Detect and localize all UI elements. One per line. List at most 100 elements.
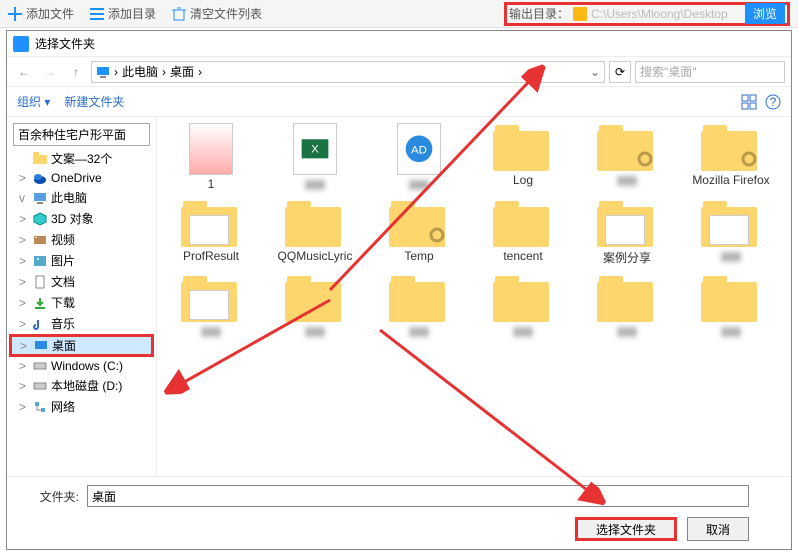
pc-icon: [96, 65, 110, 79]
search-input[interactable]: 搜索"桌面": [635, 61, 785, 83]
list-icon: [90, 7, 104, 21]
grid-item[interactable]: ▮▮▮: [681, 274, 781, 338]
add-file-button[interactable]: 添加文件: [8, 5, 74, 22]
grid-item[interactable]: ▮▮▮: [577, 274, 677, 338]
network-icon: [33, 400, 47, 414]
item-label: ▮▮▮: [305, 177, 325, 191]
expand-icon[interactable]: >: [19, 171, 29, 185]
plus-icon: [8, 7, 22, 21]
item-label: ▮▮▮: [721, 324, 741, 338]
grid-item[interactable]: X▮▮▮: [265, 123, 365, 191]
expand-icon[interactable]: >: [19, 359, 29, 373]
grid-item[interactable]: ▮▮▮: [577, 123, 677, 191]
tree-item-disk[interactable]: >本地磁盘 (D:): [9, 375, 154, 396]
tree-item-label: 音乐: [51, 315, 75, 332]
tree-item-network[interactable]: > 网络: [9, 396, 154, 417]
grid-item[interactable]: Mozilla Firefox: [681, 123, 781, 191]
downloads-icon: [33, 296, 47, 310]
refresh-button[interactable]: ⟳: [609, 61, 631, 83]
expand-icon[interactable]: >: [19, 233, 29, 247]
tree-item-desktop[interactable]: > 桌面: [9, 334, 154, 357]
tree-item-disk[interactable]: >Windows (C:): [9, 357, 154, 375]
item-label: tencent: [503, 249, 542, 263]
folder-icon: [573, 7, 587, 21]
grid-item[interactable]: 1: [161, 123, 261, 191]
tree-item-docs[interactable]: >文档: [9, 271, 154, 292]
3d-icon: [33, 212, 47, 226]
expand-icon[interactable]: >: [19, 317, 29, 331]
folder-name-input[interactable]: [87, 485, 749, 507]
item-label: ▮▮▮: [409, 324, 429, 338]
pictures-icon: [33, 254, 47, 268]
browse-button[interactable]: 浏览: [745, 3, 785, 24]
tree-item-folder[interactable]: 文案—32个: [9, 148, 154, 169]
item-label: ▮▮▮: [409, 177, 429, 191]
breadcrumb-sep: ›: [198, 65, 202, 79]
view-icon[interactable]: [741, 94, 757, 110]
file-grid[interactable]: 1 X▮▮▮AD▮▮▮Log ▮▮▮ Mozilla Firefox ProfResul…: [157, 117, 791, 476]
command-bar: 组织 ▾ 新建文件夹 ?: [7, 87, 791, 117]
pc-icon: [33, 191, 47, 205]
grid-item[interactable]: QQMusicLyric: [265, 199, 365, 266]
grid-item[interactable]: tencent: [473, 199, 573, 266]
tree-item-video[interactable]: >视频: [9, 229, 154, 250]
grid-item[interactable]: 案例分享: [577, 199, 677, 266]
new-folder-button[interactable]: 新建文件夹: [64, 93, 124, 110]
expand-icon[interactable]: >: [20, 339, 30, 353]
expand-icon[interactable]: >: [19, 379, 29, 393]
breadcrumb-sep: ›: [114, 65, 118, 79]
expand-icon[interactable]: >: [19, 275, 29, 289]
dialog-footer: 文件夹: 选择文件夹 取消: [7, 476, 791, 549]
search-placeholder: 搜索"桌面": [640, 63, 697, 80]
breadcrumb-desktop[interactable]: 桌面: [170, 63, 194, 80]
app-toolbar: 添加文件 添加目录 清空文件列表 输出目录： C:\Users\Mloong\D…: [0, 0, 798, 28]
grid-item[interactable]: ▮▮▮: [369, 274, 469, 338]
expand-icon[interactable]: >: [19, 254, 29, 268]
cancel-button[interactable]: 取消: [687, 517, 749, 541]
tree-item-pc[interactable]: v 此电脑: [9, 187, 154, 208]
grid-item[interactable]: ▮▮▮: [161, 274, 261, 338]
item-label: 1: [208, 177, 215, 191]
grid-item[interactable]: ▮▮▮: [473, 274, 573, 338]
trash-icon: [172, 7, 186, 21]
expand-icon[interactable]: v: [19, 191, 29, 205]
tree-item-label: 此电脑: [51, 189, 87, 206]
clear-list-button[interactable]: 清空文件列表: [172, 5, 262, 22]
back-button[interactable]: ←: [13, 61, 35, 83]
grid-item[interactable]: Temp: [369, 199, 469, 266]
item-label: ▮▮▮: [305, 324, 325, 338]
expand-icon[interactable]: >: [19, 296, 29, 310]
tree-item-downloads[interactable]: > 下载: [9, 292, 154, 313]
tree-item-pictures[interactable]: >图片: [9, 250, 154, 271]
grid-item[interactable]: ▮▮▮: [681, 199, 781, 266]
dialog-body: 百余种住宅户形平面 文案—32个>OneDrivev此电脑>3D 对象>视频>图…: [7, 117, 791, 476]
select-folder-button[interactable]: 选择文件夹: [575, 517, 677, 541]
grid-item[interactable]: ▮▮▮: [265, 274, 365, 338]
add-dir-button[interactable]: 添加目录: [90, 5, 156, 22]
tree-item-label: 桌面: [52, 337, 76, 354]
expand-icon[interactable]: >: [19, 212, 29, 226]
forward-button[interactable]: →: [39, 61, 61, 83]
video-icon: [33, 233, 47, 247]
grid-item[interactable]: Log: [473, 123, 573, 191]
tree-item-onedrive[interactable]: >OneDrive: [9, 169, 154, 187]
help-icon[interactable]: ?: [765, 94, 781, 110]
grid-item[interactable]: AD▮▮▮: [369, 123, 469, 191]
onedrive-icon: [33, 171, 47, 185]
expand-icon[interactable]: >: [19, 400, 29, 414]
item-label: ▮▮▮: [617, 173, 637, 187]
breadcrumb-pc[interactable]: 此电脑: [122, 63, 158, 80]
grid-item[interactable]: ProfResult: [161, 199, 261, 266]
item-label: 案例分享: [603, 249, 651, 266]
up-button[interactable]: ↑: [65, 61, 87, 83]
tree-item-3d[interactable]: >3D 对象: [9, 208, 154, 229]
tooltip: 百余种住宅户形平面: [13, 123, 150, 146]
nav-sidebar: 百余种住宅户形平面 文案—32个>OneDrivev此电脑>3D 对象>视频>图…: [7, 117, 157, 476]
address-dropdown[interactable]: ⌄: [590, 65, 600, 79]
tree-item-music[interactable]: > 音乐: [9, 313, 154, 334]
tree-item-label: 网络: [51, 398, 75, 415]
organize-button[interactable]: 组织 ▾: [17, 93, 50, 110]
tree-item-label: 3D 对象: [51, 210, 94, 227]
tree-item-label: 下载: [51, 294, 75, 311]
breadcrumb[interactable]: › 此电脑 › 桌面 › ⌄: [91, 61, 605, 83]
